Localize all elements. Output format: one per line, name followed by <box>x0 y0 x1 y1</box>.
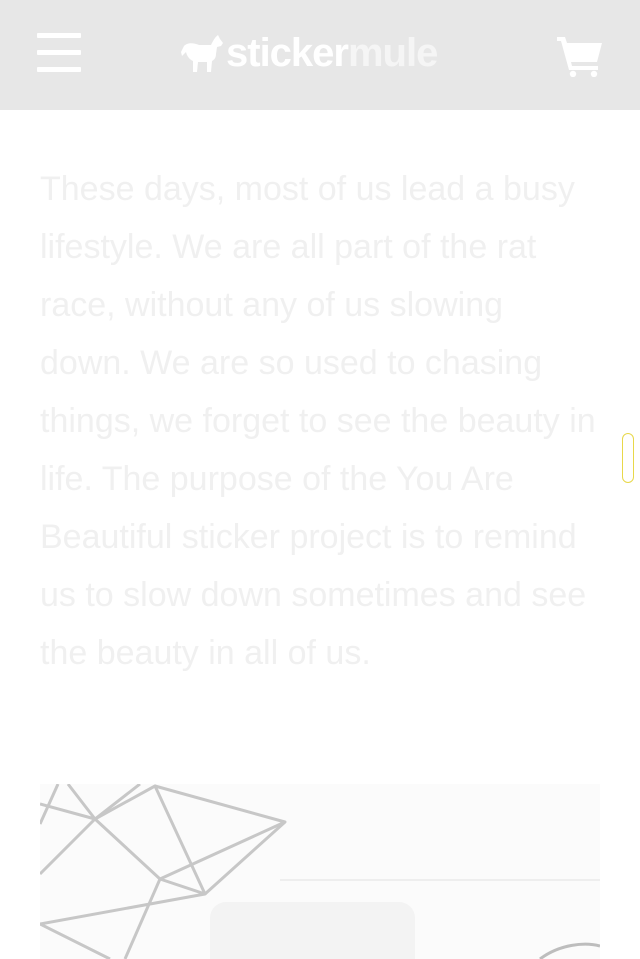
stickermule-logo[interactable]: stickermule <box>180 30 438 76</box>
geometric-decor-image <box>40 784 600 959</box>
logo-wordmark: stickermule <box>226 30 438 76</box>
article-content: These days, most of us lead a busy lifes… <box>40 160 600 682</box>
intro-paragraph: These days, most of us lead a busy lifes… <box>40 170 596 672</box>
logo-text-mule: mule <box>347 31 438 75</box>
site-header: stickermule <box>0 0 640 110</box>
logo-text-sticker: sticker <box>226 31 349 75</box>
shopping-cart-icon[interactable] <box>557 35 603 77</box>
hamburger-menu-icon[interactable] <box>37 33 81 73</box>
mule-icon <box>181 35 223 72</box>
article-photo <box>40 784 600 959</box>
scrollbar-handle[interactable] <box>622 433 634 483</box>
